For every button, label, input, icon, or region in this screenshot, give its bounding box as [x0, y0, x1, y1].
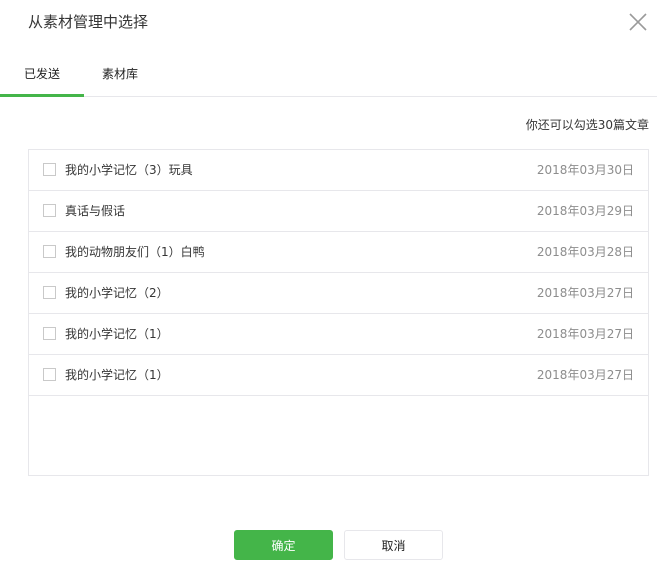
close-icon[interactable]	[626, 10, 650, 34]
tab-bar: 已发送 素材库	[0, 58, 657, 97]
select-material-dialog: 从素材管理中选择 已发送 素材库 你还可以勾选30篇文章 我的小学记忆（3）玩具…	[0, 0, 657, 566]
article-title: 我的小学记忆（2）	[65, 286, 169, 300]
list-item[interactable]: 我的小学记忆（2） 2018年03月27日	[29, 273, 648, 314]
confirm-button[interactable]: 确定	[234, 530, 333, 560]
article-list: 我的小学记忆（3）玩具 2018年03月30日 真话与假话 2018年03月29…	[28, 149, 649, 476]
article-checkbox[interactable]	[43, 163, 56, 176]
article-checkbox[interactable]	[43, 204, 56, 217]
tab-sent[interactable]: 已发送	[0, 58, 84, 97]
article-date: 2018年03月27日	[536, 327, 634, 341]
article-date: 2018年03月29日	[536, 204, 634, 218]
article-date: 2018年03月27日	[536, 368, 634, 382]
cancel-button[interactable]: 取消	[344, 530, 443, 560]
list-item[interactable]: 我的小学记忆（1） 2018年03月27日	[29, 314, 648, 355]
article-date: 2018年03月27日	[536, 286, 634, 300]
article-date: 2018年03月28日	[536, 245, 634, 259]
list-item[interactable]: 真话与假话 2018年03月29日	[29, 191, 648, 232]
article-title: 我的小学记忆（1）	[65, 327, 169, 341]
selection-limit-hint: 你还可以勾选30篇文章	[525, 118, 649, 132]
article-title: 我的小学记忆（3）玩具	[65, 163, 193, 177]
article-checkbox[interactable]	[43, 286, 56, 299]
article-checkbox[interactable]	[43, 327, 56, 340]
article-title: 我的小学记忆（1）	[65, 368, 169, 382]
article-title: 真话与假话	[65, 204, 126, 218]
dialog-title: 从素材管理中选择	[28, 13, 149, 31]
article-date: 2018年03月30日	[536, 163, 634, 177]
tab-material-library[interactable]: 素材库	[84, 58, 156, 96]
list-item[interactable]: 我的小学记忆（3）玩具 2018年03月30日	[29, 150, 648, 191]
list-item[interactable]: 我的动物朋友们（1）白鸭 2018年03月28日	[29, 232, 648, 273]
article-title: 我的动物朋友们（1）白鸭	[65, 245, 205, 259]
article-checkbox[interactable]	[43, 368, 56, 381]
list-item[interactable]: 我的小学记忆（1） 2018年03月27日	[29, 355, 648, 396]
article-checkbox[interactable]	[43, 245, 56, 258]
